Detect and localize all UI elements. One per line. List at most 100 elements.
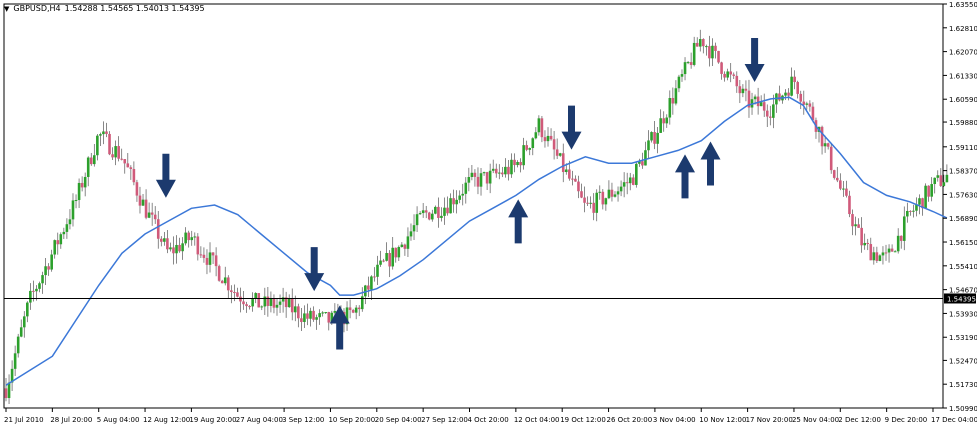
candle-body (613, 194, 617, 197)
candle-body (826, 143, 830, 147)
candle-body (440, 215, 443, 218)
candle-body (656, 132, 659, 144)
candle-body (77, 182, 81, 201)
candle-body (741, 88, 745, 94)
candle-body (595, 192, 599, 213)
candle-body (549, 135, 553, 140)
candle-body (698, 39, 702, 47)
candle-body (680, 74, 684, 77)
candle-body (604, 198, 608, 205)
candle-body (68, 219, 72, 225)
candle-body (32, 290, 35, 292)
candle-body (108, 133, 111, 155)
candle-body (912, 210, 915, 212)
candle-body (896, 235, 900, 252)
candle-body (790, 76, 793, 96)
candle-body (933, 177, 937, 185)
candle-body (522, 145, 525, 166)
candle-body (16, 336, 20, 354)
candle-body (394, 247, 398, 258)
candle-body (290, 298, 294, 313)
candle-body (351, 310, 355, 313)
candle-body (120, 158, 124, 160)
candle-body (501, 172, 504, 175)
candle-body (74, 200, 78, 202)
candle-body (418, 213, 422, 215)
candle-body (936, 175, 940, 178)
candle-body (147, 212, 151, 218)
candle-body (315, 317, 318, 320)
candle-body (434, 206, 437, 214)
candle-body (561, 153, 565, 173)
y-tick-label: 1.51730 (949, 381, 977, 389)
candle-body (373, 276, 376, 278)
candle-body (278, 301, 282, 305)
candle-body (156, 219, 160, 239)
candle-body (622, 182, 626, 187)
x-tick-label: 3 Sep 12:00 (282, 416, 324, 424)
candle-body (494, 168, 498, 174)
candle-body (117, 146, 120, 159)
candle-body (449, 198, 452, 214)
candle-body (452, 198, 455, 205)
candle-body (300, 318, 303, 322)
y-tick-label: 1.59880 (949, 119, 977, 127)
candle-body (784, 92, 787, 96)
candle-body (650, 132, 653, 141)
arrow-down-icon (155, 153, 176, 198)
candle-body (808, 103, 812, 107)
candle-body (175, 244, 178, 254)
candle-body (7, 382, 11, 399)
candle-body (236, 292, 239, 297)
candle-body (625, 182, 629, 184)
candle-body (805, 103, 809, 105)
candle-body (942, 182, 946, 186)
candle-body (485, 172, 489, 184)
candle-body (711, 45, 714, 59)
candle-body (692, 42, 696, 65)
candle-body (723, 73, 726, 78)
candle-body (909, 210, 912, 212)
y-tick-label: 1.53190 (949, 334, 977, 342)
candle-body (379, 260, 382, 265)
x-tick-label: 10 Nov 12:00 (699, 416, 746, 424)
candle-body (391, 247, 395, 267)
candle-body (19, 327, 23, 337)
candle-body (163, 238, 166, 242)
candle-body (220, 280, 224, 284)
candle-body (598, 191, 602, 193)
candle-body (875, 252, 879, 261)
candle-body (571, 178, 574, 180)
candle-body (230, 290, 233, 293)
y-tick-label: 1.50990 (949, 405, 977, 413)
candle-body (62, 231, 66, 235)
x-tick-label: 19 Oct 12:00 (560, 416, 606, 424)
candle-body (144, 199, 148, 218)
candle-body (778, 93, 781, 101)
price-chart[interactable]: 1.63550 1.62810 1.62070 1.61330 1.60590 1.598… (0, 0, 977, 427)
candle-body (577, 181, 580, 192)
candle-body (744, 88, 748, 91)
x-tick-label: 17 Dec 04:00 (931, 416, 977, 424)
candle-body (71, 200, 75, 220)
arrow-down-icon (561, 105, 582, 150)
candle-body (686, 62, 690, 64)
candle-body (458, 195, 462, 200)
candle-body (26, 302, 29, 317)
candle-body (187, 232, 190, 241)
candle-body (470, 172, 474, 177)
candle-body (772, 104, 775, 118)
candle-body (631, 177, 635, 185)
candle-body (266, 296, 270, 306)
candle-body (312, 310, 315, 320)
candle-body (659, 118, 662, 133)
candle-body (102, 131, 105, 135)
candle-body (287, 298, 291, 308)
candle-body (260, 306, 264, 308)
y-tick-label: 1.57630 (949, 191, 977, 199)
candle-body (99, 134, 102, 136)
candle-body (674, 88, 678, 104)
candle-body (53, 240, 57, 255)
candle-body (513, 159, 516, 166)
chart-area[interactable]: ▼ GBPUSD,H4 1.54288 1.54565 1.54013 1.54… (0, 0, 977, 427)
